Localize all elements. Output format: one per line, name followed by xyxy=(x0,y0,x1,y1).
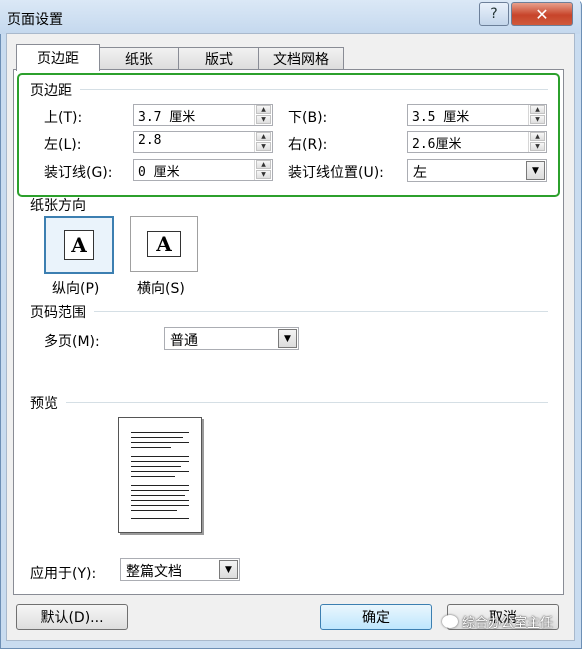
group-divider xyxy=(66,402,548,403)
portrait-option[interactable]: A xyxy=(44,216,114,274)
multiple-pages-select[interactable]: 普通 ▼ xyxy=(164,327,299,350)
chevron-down-icon[interactable]: ▼ xyxy=(278,329,297,348)
orientation-group-label: 纸张方向 xyxy=(30,198,86,214)
portrait-page-icon: A xyxy=(64,230,94,260)
close-button[interactable]: ✕ xyxy=(511,2,573,26)
landscape-option[interactable]: A xyxy=(130,216,198,272)
preview-group-label: 预览 xyxy=(30,396,58,412)
default-button[interactable]: 默认(D)... xyxy=(16,604,128,630)
pages-group-label: 页码范围 xyxy=(30,305,86,321)
help-button[interactable]: ? xyxy=(479,2,509,26)
landscape-page-icon: A xyxy=(147,231,181,257)
ok-button[interactable]: 确定 xyxy=(320,604,432,630)
apply-to-value: 整篇文档 xyxy=(126,564,182,580)
wechat-icon xyxy=(442,615,458,628)
window-title: 页面设置 xyxy=(7,12,63,28)
margins-highlight-box xyxy=(17,73,560,197)
tab-layout[interactable]: 版式 xyxy=(178,47,260,70)
group-divider xyxy=(94,311,548,312)
apply-to-select[interactable]: 整篇文档 ▼ xyxy=(120,558,240,581)
portrait-label: 纵向(P) xyxy=(52,281,100,297)
landscape-label: 横向(S) xyxy=(137,281,185,297)
page-preview xyxy=(118,417,202,533)
multiple-pages-value: 普通 xyxy=(170,333,198,349)
watermark-text: 综合办公室主任 xyxy=(462,616,554,631)
apply-to-label: 应用于(Y): xyxy=(30,566,97,582)
tab-margins[interactable]: 页边距 xyxy=(16,44,100,71)
tab-document-grid[interactable]: 文档网格 xyxy=(258,47,344,70)
watermark: 综合办公室主任 xyxy=(442,612,553,631)
tab-paper[interactable]: 纸张 xyxy=(98,47,180,70)
chevron-down-icon[interactable]: ▼ xyxy=(219,560,238,579)
multiple-pages-label: 多页(M): xyxy=(44,334,100,350)
